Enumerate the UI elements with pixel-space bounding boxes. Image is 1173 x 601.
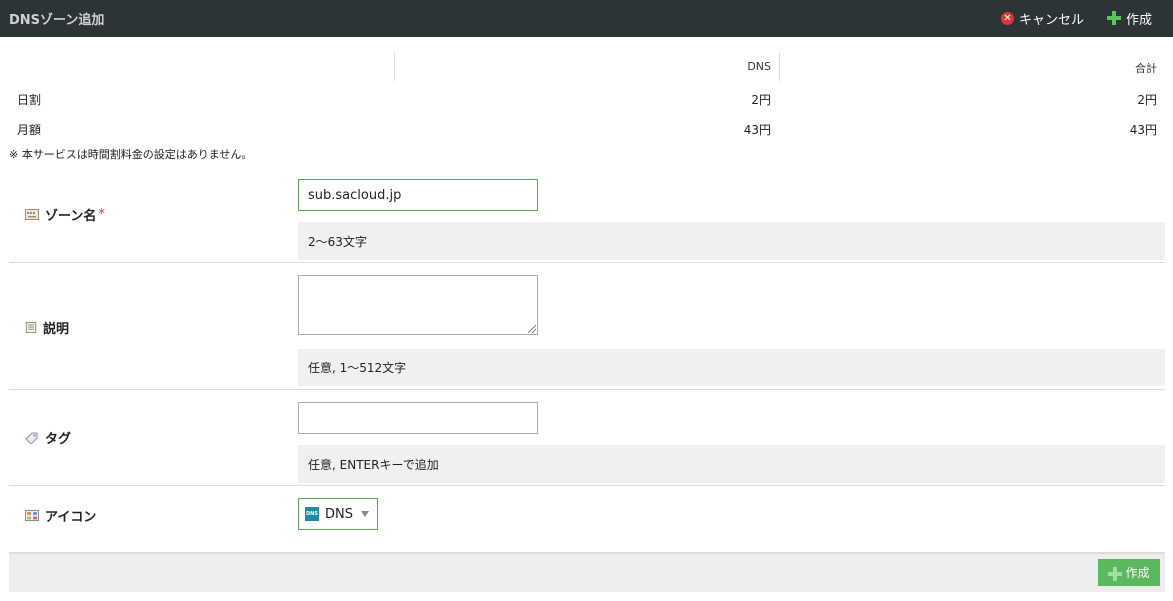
cancel-icon: ✕: [1001, 11, 1014, 25]
price-column-divider: [394, 53, 395, 81]
tags-hint: 任意, ENTERキーで追加: [298, 445, 1165, 483]
icon-select-value: DNS: [325, 506, 353, 522]
keyboard-icon: [25, 209, 39, 220]
row-divider: [9, 262, 1165, 263]
create-button[interactable]: 作成: [1107, 8, 1152, 28]
row-divider: [9, 485, 1165, 486]
icon-grid-icon: [25, 510, 39, 521]
pricing-note: ※ 本サービスは時間割料金の設定はありません。: [9, 148, 253, 161]
description-textarea[interactable]: [298, 275, 538, 335]
row-divider: [9, 389, 1165, 390]
tag-icon: [25, 432, 38, 444]
resize-grip-icon[interactable]: [528, 325, 536, 333]
tags-text: タグ: [45, 432, 72, 447]
create-label: 作成: [1126, 12, 1153, 28]
page-title: DNSゾーン追加: [9, 13, 105, 28]
cancel-label: キャンセル: [1019, 12, 1085, 28]
price-row-label: 月額: [17, 123, 42, 137]
price-monthly-total: 43円: [1129, 123, 1157, 137]
price-monthly-dns: 43円: [743, 123, 771, 137]
zone-name-label: ゾーン名 *: [25, 205, 105, 224]
icon-text: アイコン: [45, 510, 97, 525]
description-hint: 任意, 1〜512文字: [298, 349, 1165, 386]
price-daily-dns: 2円: [751, 93, 771, 107]
footer-create-label: 作成: [1125, 566, 1150, 580]
footer-create-button[interactable]: 作成: [1098, 559, 1160, 586]
price-header-total: 合計: [1135, 62, 1157, 75]
zone-name-input[interactable]: sub.sacloud.jp: [298, 179, 538, 211]
icon-label: アイコン: [25, 506, 96, 525]
tags-label: タグ: [25, 428, 71, 447]
plus-icon: [1107, 11, 1121, 25]
plus-icon: [1108, 566, 1123, 581]
price-column-divider: [779, 53, 780, 81]
cancel-button[interactable]: ✕ キャンセル: [1001, 8, 1084, 28]
zone-name-hint: 2〜63文字: [298, 222, 1165, 260]
title-bar: DNSゾーン追加 ✕ キャンセル 作成: [0, 0, 1173, 37]
notepad-icon: [25, 321, 37, 334]
icon-select[interactable]: DNS DNS: [298, 498, 378, 530]
chevron-down-icon: [361, 511, 369, 517]
price-header-dns: DNS: [747, 60, 771, 73]
zone-name-text: ゾーン名: [45, 209, 97, 224]
price-row-label: 日割: [17, 93, 42, 107]
price-daily-total: 2円: [1137, 93, 1157, 107]
description-text: 説明: [43, 322, 70, 337]
tags-input[interactable]: [298, 402, 538, 434]
dns-icon: DNS: [305, 507, 319, 521]
required-mark: *: [98, 207, 105, 222]
description-label: 説明: [25, 318, 69, 337]
footer-bar: [9, 552, 1165, 592]
